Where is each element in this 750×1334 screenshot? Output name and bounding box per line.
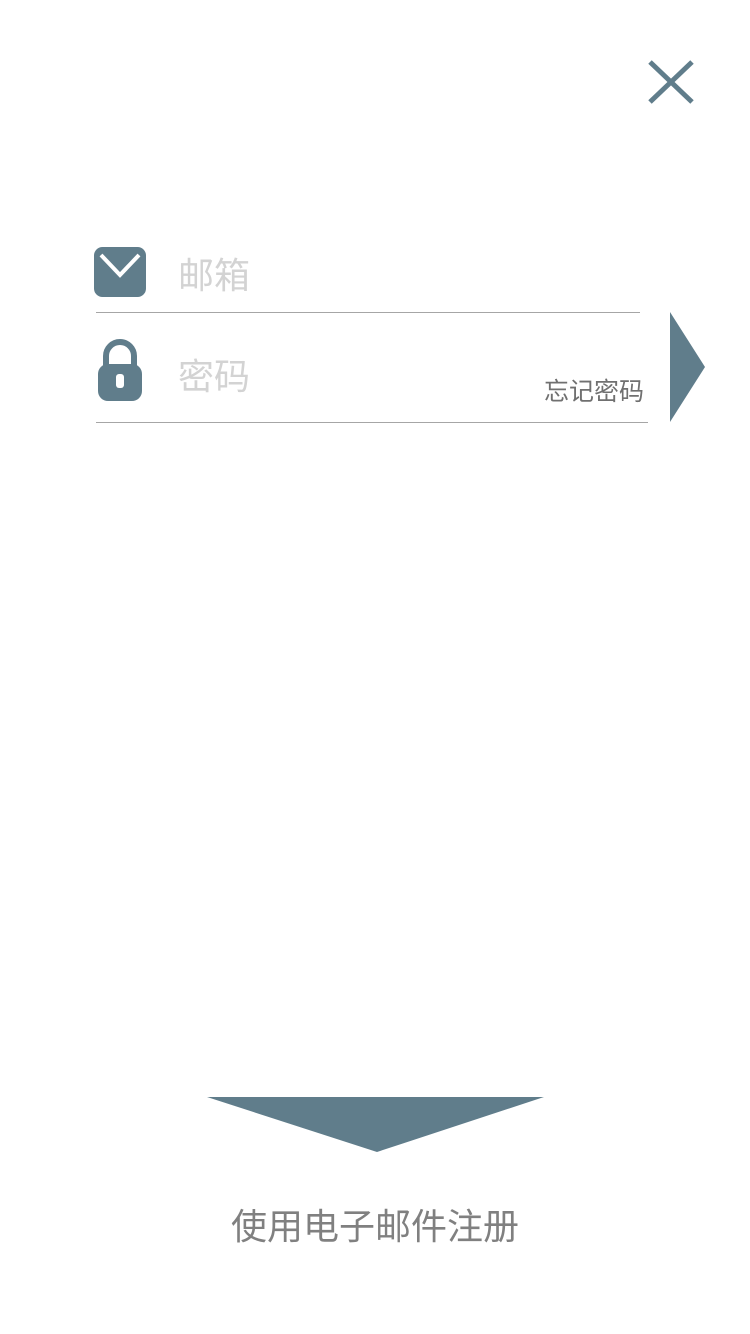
- register-with-email-link[interactable]: 使用电子邮件注册: [0, 1198, 750, 1250]
- password-input[interactable]: [178, 353, 518, 401]
- forgot-password-link[interactable]: 忘记密码: [520, 372, 644, 408]
- password-divider: [96, 422, 648, 423]
- envelope-icon: [94, 247, 146, 297]
- close-icon: [648, 60, 694, 104]
- email-divider: [96, 312, 640, 313]
- lock-icon: [97, 339, 143, 402]
- email-input[interactable]: [178, 252, 618, 300]
- arrow-down-icon: [207, 1097, 544, 1152]
- close-button[interactable]: [640, 52, 700, 112]
- register-arrow-button[interactable]: [207, 1096, 545, 1154]
- arrow-right-icon: [670, 312, 705, 422]
- login-submit-button[interactable]: [670, 312, 706, 424]
